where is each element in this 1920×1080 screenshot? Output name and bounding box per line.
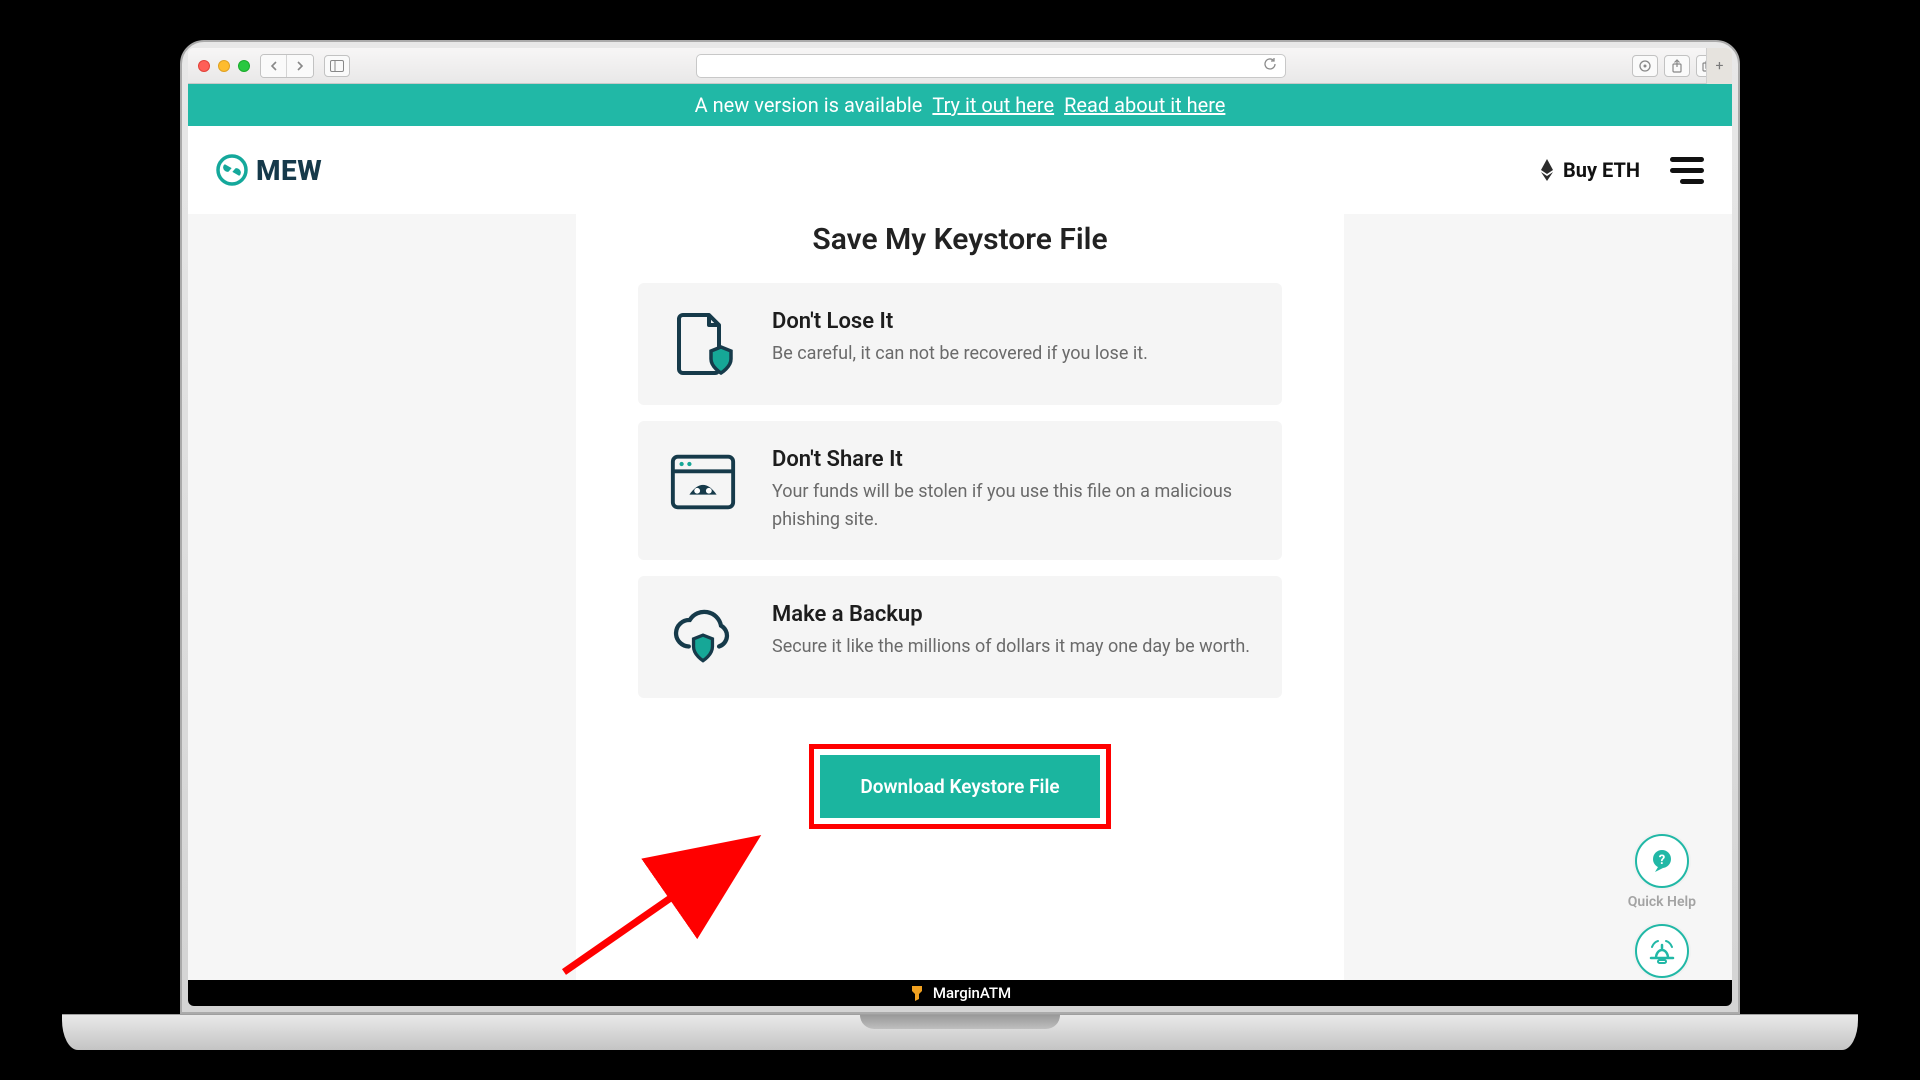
sidebar-toggle-button[interactable] [324,55,350,77]
phishing-browser-icon [668,447,738,517]
laptop-base [62,1014,1858,1050]
forward-button[interactable] [287,55,313,77]
buy-eth-label: Buy ETH [1563,158,1640,182]
brand-name: MEW [256,154,322,187]
buy-eth-button[interactable]: Buy ETH [1539,158,1640,182]
site-header: MEW Buy ETH [188,126,1732,214]
eth-icon [1539,158,1555,182]
new-tab-button[interactable]: + [1706,48,1732,84]
close-window-button[interactable] [198,60,210,72]
quick-help-button[interactable]: ? Quick Help [1628,834,1696,910]
reload-icon[interactable] [1263,57,1277,75]
share-button[interactable] [1664,55,1690,77]
version-banner: A new version is available Try it out he… [188,84,1732,126]
nav-back-forward [260,54,314,78]
address-bar[interactable] [696,54,1286,78]
minimize-window-button[interactable] [218,60,230,72]
info-card-dont-share: Don't Share It Your funds will be stolen… [638,421,1282,560]
info-title: Make a Backup [772,602,1250,627]
info-title: Don't Lose It [772,309,1148,334]
watermark-bar: MarginATM [188,980,1732,1006]
brand-logo[interactable]: MEW [216,154,322,187]
back-button[interactable] [261,55,287,77]
info-body: Be careful, it can not be recovered if y… [772,340,1148,368]
main-content: Save My Keystore File Don't Lose It Be c [188,214,1732,1006]
bell-icon [1647,938,1677,964]
banner-read-link[interactable]: Read about it here [1064,93,1225,117]
laptop-mockup: + A new version is available Try it out … [180,40,1740,1050]
banner-try-link[interactable]: Try it out here [932,93,1054,117]
page-title: Save My Keystore File [576,214,1344,283]
quick-help-label: Quick Help [1628,894,1696,910]
maximize-window-button[interactable] [238,60,250,72]
banner-message: A new version is available [695,93,923,117]
download-keystore-button[interactable]: Download Keystore File [820,755,1099,818]
extension-icon[interactable] [1632,55,1658,77]
info-body: Your funds will be stolen if you use thi… [772,478,1252,534]
menu-button[interactable] [1670,157,1704,184]
file-shield-icon [668,309,738,379]
info-card-backup: Make a Backup Secure it like the million… [638,576,1282,698]
question-chat-icon: ? [1648,847,1676,875]
info-body: Secure it like the millions of dollars i… [772,633,1250,661]
browser-toolbar: + [188,48,1732,84]
info-title: Don't Share It [772,447,1252,472]
mew-logo-icon [216,154,248,186]
window-controls [198,60,250,72]
floating-help-panel: ? Quick Help [1628,834,1696,1000]
marginatm-icon [909,984,925,1002]
cloud-shield-icon [668,602,738,672]
info-card-dont-lose: Don't Lose It Be careful, it can not be … [638,283,1282,405]
svg-text:?: ? [1659,853,1665,868]
annotation-highlight-box: Download Keystore File [809,744,1110,829]
watermark-text: MarginATM [933,984,1011,1002]
